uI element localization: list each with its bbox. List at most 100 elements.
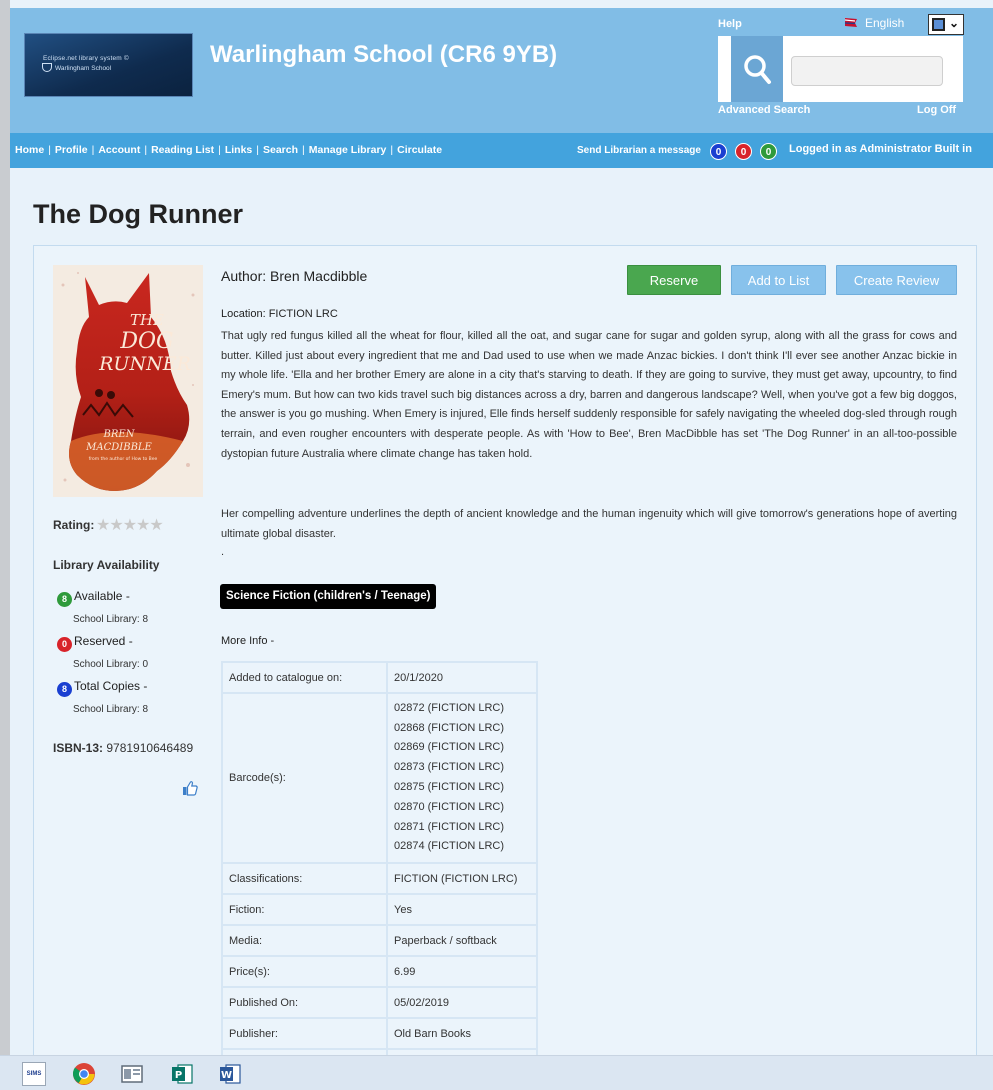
barcode-item: 02874 (FICTION LRC) xyxy=(394,840,505,853)
cover-tagline: from the author of How to Bee xyxy=(89,456,158,462)
reserved-count-badge: 0 xyxy=(57,637,72,652)
flag-icon xyxy=(844,18,857,27)
cover-author-line1: BREN xyxy=(103,429,136,440)
book-location: Location: FICTION LRC xyxy=(221,308,338,320)
publisher-label: Publisher: xyxy=(221,1017,388,1050)
genre-tag[interactable]: Science Fiction (children's / Teenage) xyxy=(220,584,437,609)
fiction-value: Yes xyxy=(386,893,538,926)
help-link[interactable]: Help xyxy=(718,18,742,30)
create-review-button[interactable]: Create Review xyxy=(836,265,957,295)
color-swatch-icon xyxy=(932,18,945,31)
isbn-label: ISBN-13: xyxy=(53,741,104,755)
available-count-badge: 8 xyxy=(57,592,72,607)
barcodes-label: Barcode(s): xyxy=(221,692,388,864)
published-label: Published On: xyxy=(221,986,388,1019)
language-selector[interactable]: English xyxy=(843,16,904,30)
nav-profile[interactable]: Profile xyxy=(55,144,88,156)
more-info-heading: More Info - xyxy=(221,635,275,647)
total-school-library: School Library: 8 xyxy=(73,704,149,715)
main-nav: Home | Profile | Account | Reading List | Links |… xyxy=(15,144,442,156)
search-input[interactable] xyxy=(791,56,943,86)
nav-circulate[interactable]: Circulate xyxy=(397,144,442,156)
table-row: Media: Paperback / softback xyxy=(221,924,538,957)
school-crest-icon xyxy=(42,63,52,72)
message-badge-green[interactable]: 0 xyxy=(760,143,777,160)
nav-search[interactable]: Search xyxy=(263,144,298,156)
total-label: Total Copies - xyxy=(74,679,148,693)
book-cover-image[interactable]: THE DOG RUNNER BREN MACDIBBLE from the a… xyxy=(53,265,203,497)
nav-separator: | xyxy=(390,144,394,156)
isbn-value: 9781910646489 xyxy=(106,741,194,755)
main-nav-bar: Home | Profile | Account | Reading List | Links |… xyxy=(10,133,993,168)
reserved-school-library: School Library: 0 xyxy=(73,659,149,670)
published-value: 05/02/2019 xyxy=(386,986,538,1019)
nav-links[interactable]: Links xyxy=(225,144,252,156)
word-icon[interactable]: W xyxy=(218,1062,242,1086)
isbn: ISBN-13: 9781910646489 xyxy=(53,741,193,755)
book-author: Author: Bren Macdibble xyxy=(221,268,367,284)
thumbs-up-icon[interactable] xyxy=(182,780,198,796)
add-to-list-button[interactable]: Add to List xyxy=(731,265,826,295)
log-off-link[interactable]: Log Off xyxy=(917,104,956,116)
search-icon xyxy=(744,55,771,84)
chrome-icon[interactable] xyxy=(72,1062,96,1086)
reserve-button[interactable]: Reserve xyxy=(627,265,721,295)
media-value: Paperback / softback xyxy=(386,924,538,957)
message-badge-red[interactable]: 0 xyxy=(735,143,752,160)
rating-stars[interactable]: ★★★★★ xyxy=(96,515,164,535)
media-label: Media: xyxy=(221,924,388,957)
table-row: Price(s): 6.99 xyxy=(221,955,538,988)
logged-in-status: Logged in as Administrator Built in xyxy=(789,143,972,155)
cover-art: THE DOG RUNNER BREN MACDIBBLE from the a… xyxy=(53,265,203,497)
nav-separator: | xyxy=(302,144,305,156)
search-button[interactable] xyxy=(731,36,783,102)
theme-color-select[interactable]: ⌄ xyxy=(928,14,964,35)
barcode-item: 02873 (FICTION LRC) xyxy=(394,761,505,774)
barcode-item: 02869 (FICTION LRC) xyxy=(394,741,505,754)
sims-icon[interactable]: SIMS xyxy=(22,1062,46,1086)
window-left-edge xyxy=(0,0,10,1055)
author-name[interactable]: Bren Macdibble xyxy=(270,268,367,284)
site-header: Eclipse.net library system © Warlingham … xyxy=(10,8,993,133)
book-description: That ugly red fungus killed all the whea… xyxy=(221,330,957,460)
nav-home[interactable]: Home xyxy=(15,144,44,156)
book-description-2: Her compelling adventure underlines the … xyxy=(221,508,957,540)
send-librarian-message-link[interactable]: Send Librarian a message xyxy=(577,145,701,156)
svg-text:W: W xyxy=(221,1070,232,1081)
message-badge-blue[interactable]: 0 xyxy=(710,143,727,160)
app-window-icon[interactable] xyxy=(120,1062,144,1086)
logged-in-user[interactable]: Administrator Built in xyxy=(860,143,972,155)
barcode-item: 02870 (FICTION LRC) xyxy=(394,800,505,813)
advanced-search-link[interactable]: Advanced Search xyxy=(718,104,810,116)
price-value: 6.99 xyxy=(386,955,538,988)
eclipse-logo[interactable]: Eclipse.net library system © Warlingham … xyxy=(24,33,193,97)
more-info-table: Added to catalogue on: 20/1/2020 Barcode… xyxy=(221,661,538,1055)
publisher-icon[interactable]: P xyxy=(170,1062,194,1086)
total-count-badge: 8 xyxy=(57,682,72,697)
nav-manage-library[interactable]: Manage Library xyxy=(309,144,387,156)
barcode-item: 02868 (FICTION LRC) xyxy=(394,721,505,734)
nav-reading-list[interactable]: Reading List xyxy=(151,144,214,156)
search-panel xyxy=(718,36,963,102)
logo-text-school: Warlingham School xyxy=(55,65,112,72)
reserved-label: Reserved - xyxy=(74,634,133,648)
availability-available: 8 Available - xyxy=(57,589,130,607)
chevron-down-icon: ⌄ xyxy=(949,16,960,30)
page-title: The Dog Runner xyxy=(33,199,243,229)
table-row: Classifications: FICTION (FICTION LRC) xyxy=(221,862,538,895)
available-school-library: School Library: 8 xyxy=(73,614,149,625)
cover-title-line3: RUNNER xyxy=(98,353,191,375)
publisher-value: Old Barn Books xyxy=(386,1017,538,1050)
description-trailing-dot: . xyxy=(221,546,225,558)
classifications-value: FICTION (FICTION LRC) xyxy=(386,862,538,895)
nav-separator: | xyxy=(256,144,259,156)
nav-account[interactable]: Account xyxy=(98,144,140,156)
svg-text:P: P xyxy=(175,1070,182,1081)
barcode-item: 02872 (FICTION LRC) xyxy=(394,701,505,714)
barcode-item: 02875 (FICTION LRC) xyxy=(394,781,505,793)
availability-total: 8 Total Copies - xyxy=(57,679,147,697)
nav-separator: | xyxy=(218,144,221,156)
fiction-label: Fiction: xyxy=(221,893,388,926)
library-availability-heading: Library Availability xyxy=(53,558,160,572)
nav-separator: | xyxy=(48,144,51,156)
